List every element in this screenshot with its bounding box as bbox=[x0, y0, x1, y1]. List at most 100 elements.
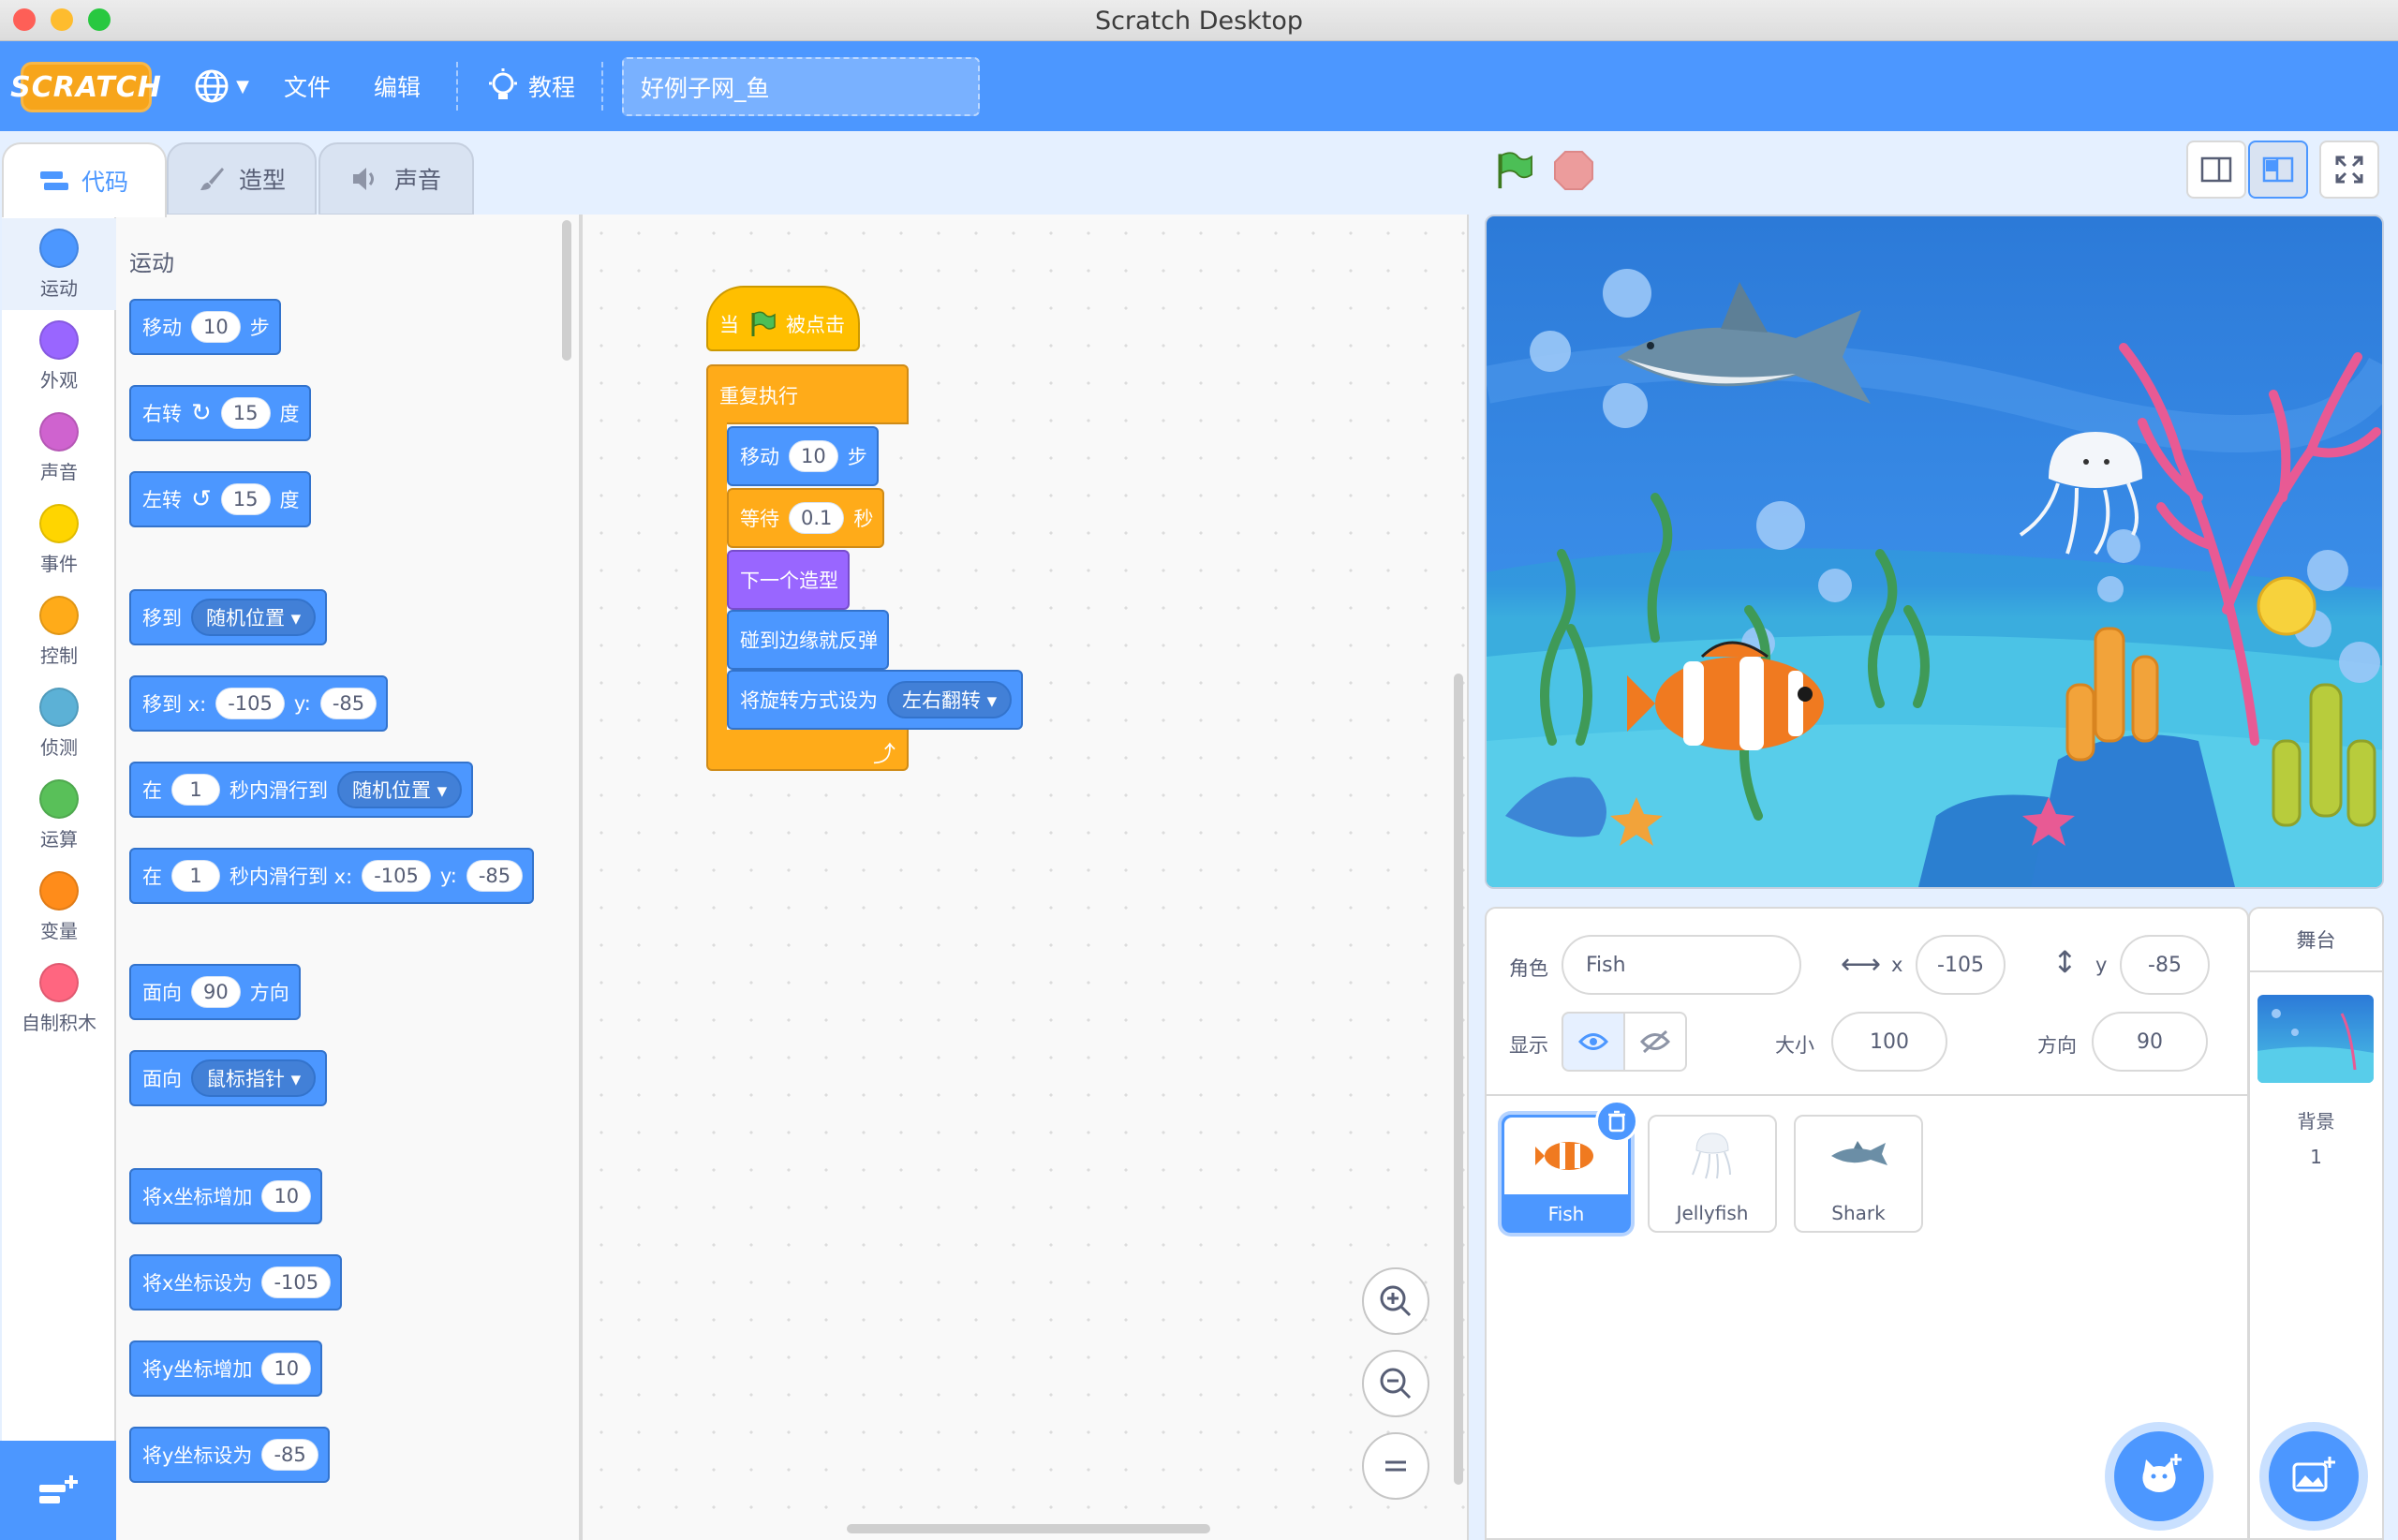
tutorials-menu[interactable]: 教程 bbox=[480, 58, 583, 114]
category-item[interactable]: 变量 bbox=[2, 861, 116, 953]
script-bounce-on-edge[interactable]: 碰到边缘就反弹 bbox=[727, 610, 889, 670]
block-text: 步 bbox=[249, 317, 270, 339]
script-workspace[interactable]: 当 被点击 重复执行 ⤴ 移动 10 步 等待 0.1 秒 下一个造型 碰到边缘… bbox=[581, 215, 1469, 1540]
tab-costumes[interactable]: 造型 bbox=[167, 142, 317, 215]
block-change-y[interactable]: 将y坐标增加 10 bbox=[129, 1340, 323, 1397]
sprite-tile-shark[interactable]: Shark bbox=[1794, 1115, 1923, 1233]
choose-backdrop-button[interactable] bbox=[2269, 1431, 2359, 1521]
block-glide[interactable]: 在 1 秒内滑行到 随机位置 bbox=[129, 762, 474, 818]
workspace-vertical-scrollbar[interactable] bbox=[1454, 674, 1463, 1485]
scratch-logo[interactable]: SCRATCH bbox=[10, 62, 161, 112]
category-color-dot bbox=[39, 503, 79, 543]
y-input[interactable]: -85 bbox=[319, 688, 377, 719]
degrees-input[interactable]: 15 bbox=[220, 483, 271, 515]
hide-sprite-button[interactable] bbox=[1623, 1012, 1687, 1072]
zoom-reset-button[interactable] bbox=[1362, 1432, 1429, 1500]
script-wait[interactable]: 等待 0.1 秒 bbox=[727, 488, 885, 548]
delete-sprite-button[interactable] bbox=[1595, 1100, 1638, 1143]
block-set-x[interactable]: 将x坐标设为 -105 bbox=[129, 1254, 343, 1310]
block-goto[interactable]: 移到 随机位置 bbox=[129, 589, 328, 645]
block-glide-xy[interactable]: 在 1 秒内滑行到 x: -105 y: -85 bbox=[129, 848, 535, 904]
green-flag-icon bbox=[751, 311, 776, 336]
block-set-y[interactable]: 将y坐标设为 -85 bbox=[129, 1427, 330, 1483]
block-change-x[interactable]: 将x坐标增加 10 bbox=[129, 1168, 323, 1224]
x-change-input[interactable]: 10 bbox=[261, 1180, 312, 1212]
category-item[interactable]: 运算 bbox=[2, 769, 116, 861]
direction-input[interactable]: 90 bbox=[2092, 1012, 2208, 1072]
category-item[interactable]: 控制 bbox=[2, 585, 116, 677]
block-when-flag-clicked[interactable]: 当 被点击 bbox=[706, 286, 860, 351]
direction-input[interactable]: 90 bbox=[191, 976, 241, 1008]
script-move-steps[interactable]: 移动 10 步 bbox=[727, 426, 879, 486]
steps-input[interactable]: 10 bbox=[191, 311, 241, 343]
degrees-input[interactable]: 15 bbox=[220, 397, 271, 429]
x-position-input[interactable]: -105 bbox=[1916, 935, 2006, 995]
block-turn-left[interactable]: 左转 ↺ 15 度 bbox=[129, 471, 311, 527]
file-menu[interactable]: 文件 bbox=[277, 41, 337, 131]
y-position-input[interactable]: -85 bbox=[2120, 935, 2210, 995]
show-sprite-button[interactable] bbox=[1562, 1012, 1625, 1072]
script-next-costume[interactable]: 下一个造型 bbox=[727, 550, 850, 610]
seconds-input[interactable]: 1 bbox=[171, 774, 220, 806]
zoom-out-button[interactable] bbox=[1362, 1350, 1429, 1417]
y-set-input[interactable]: -85 bbox=[261, 1439, 318, 1471]
towards-dropdown[interactable]: 鼠标指针 bbox=[191, 1059, 317, 1097]
block-goto-xy[interactable]: 移到 x: -105 y: -85 bbox=[129, 675, 389, 732]
edit-menu[interactable]: 编辑 bbox=[367, 41, 427, 131]
stage-selector[interactable]: 舞台 背景 1 bbox=[2248, 907, 2384, 1540]
block-point-direction[interactable]: 面向 90 方向 bbox=[129, 964, 301, 1020]
tab-sounds[interactable]: 声音 bbox=[318, 142, 474, 215]
rotation-style-dropdown[interactable]: 左右翻转 bbox=[887, 681, 1013, 718]
backdrop-thumbnail-icon bbox=[2257, 1009, 2374, 1083]
x-set-input[interactable]: -105 bbox=[261, 1266, 332, 1298]
block-text: 秒内滑行到 x: bbox=[229, 866, 353, 888]
category-item[interactable]: 侦测 bbox=[2, 677, 116, 769]
choose-sprite-button[interactable] bbox=[2114, 1431, 2204, 1521]
project-title-input[interactable]: 好例子网_鱼 bbox=[622, 57, 980, 116]
palette-scrollbar[interactable] bbox=[562, 220, 571, 361]
x-input[interactable]: -105 bbox=[215, 688, 285, 719]
small-stage-button[interactable] bbox=[2186, 141, 2246, 199]
script-set-rotation-style[interactable]: 将旋转方式设为 左右翻转 bbox=[727, 670, 1024, 730]
y-change-input[interactable]: 10 bbox=[261, 1353, 312, 1385]
fish-thumbnail-icon bbox=[1535, 1142, 1593, 1170]
block-forever[interactable]: 重复执行 bbox=[706, 364, 909, 424]
stage-canvas[interactable] bbox=[1485, 215, 2384, 889]
language-menu[interactable]: ▼ bbox=[187, 62, 255, 111]
block-turn-right[interactable]: 右转 ↻ 15 度 bbox=[129, 385, 311, 441]
seconds-input[interactable]: 1 bbox=[171, 860, 220, 892]
category-item[interactable]: 声音 bbox=[2, 402, 116, 494]
sprite-tile-jellyfish[interactable]: Jellyfish bbox=[1648, 1115, 1777, 1233]
fullscreen-button[interactable] bbox=[2319, 141, 2379, 199]
add-extension-icon bbox=[39, 1475, 78, 1503]
green-flag-button[interactable] bbox=[1489, 146, 1538, 195]
category-item[interactable]: 运动 bbox=[2, 218, 116, 310]
y-input[interactable]: -85 bbox=[466, 860, 524, 892]
block-text: 度 bbox=[279, 489, 300, 511]
workspace-horizontal-scrollbar[interactable] bbox=[847, 1524, 1210, 1533]
x-input[interactable]: -105 bbox=[362, 860, 431, 892]
block-text: 将y坐标设为 bbox=[142, 1444, 253, 1467]
stop-icon bbox=[1554, 151, 1593, 190]
forever-arm bbox=[706, 422, 727, 732]
size-input[interactable]: 100 bbox=[1831, 1012, 1947, 1072]
category-item[interactable]: 外观 bbox=[2, 310, 116, 402]
category-label: 变量 bbox=[40, 919, 78, 942]
block-move-steps[interactable]: 移动 10 步 bbox=[129, 299, 281, 355]
stop-button[interactable] bbox=[1549, 146, 1598, 195]
add-extension-button[interactable] bbox=[0, 1441, 116, 1540]
large-stage-button[interactable] bbox=[2248, 141, 2308, 199]
sprite-name-input[interactable]: Fish bbox=[1562, 935, 1801, 995]
glide-dropdown[interactable]: 随机位置 bbox=[337, 771, 463, 808]
zoom-in-button[interactable] bbox=[1362, 1267, 1429, 1335]
wait-seconds-input[interactable]: 0.1 bbox=[789, 502, 845, 534]
direction-label: 方向 bbox=[2037, 1034, 2077, 1057]
globe-icon bbox=[195, 69, 229, 103]
goto-dropdown[interactable]: 随机位置 bbox=[191, 599, 317, 636]
category-item[interactable]: 事件 bbox=[2, 494, 116, 585]
block-point-towards[interactable]: 面向 鼠标指针 bbox=[129, 1050, 328, 1106]
tab-code[interactable]: 代码 bbox=[2, 142, 167, 217]
category-item[interactable]: 自制积木 bbox=[2, 953, 116, 1044]
steps-input[interactable]: 10 bbox=[789, 440, 838, 472]
sprite-name-shark: Shark bbox=[1831, 1202, 1886, 1224]
